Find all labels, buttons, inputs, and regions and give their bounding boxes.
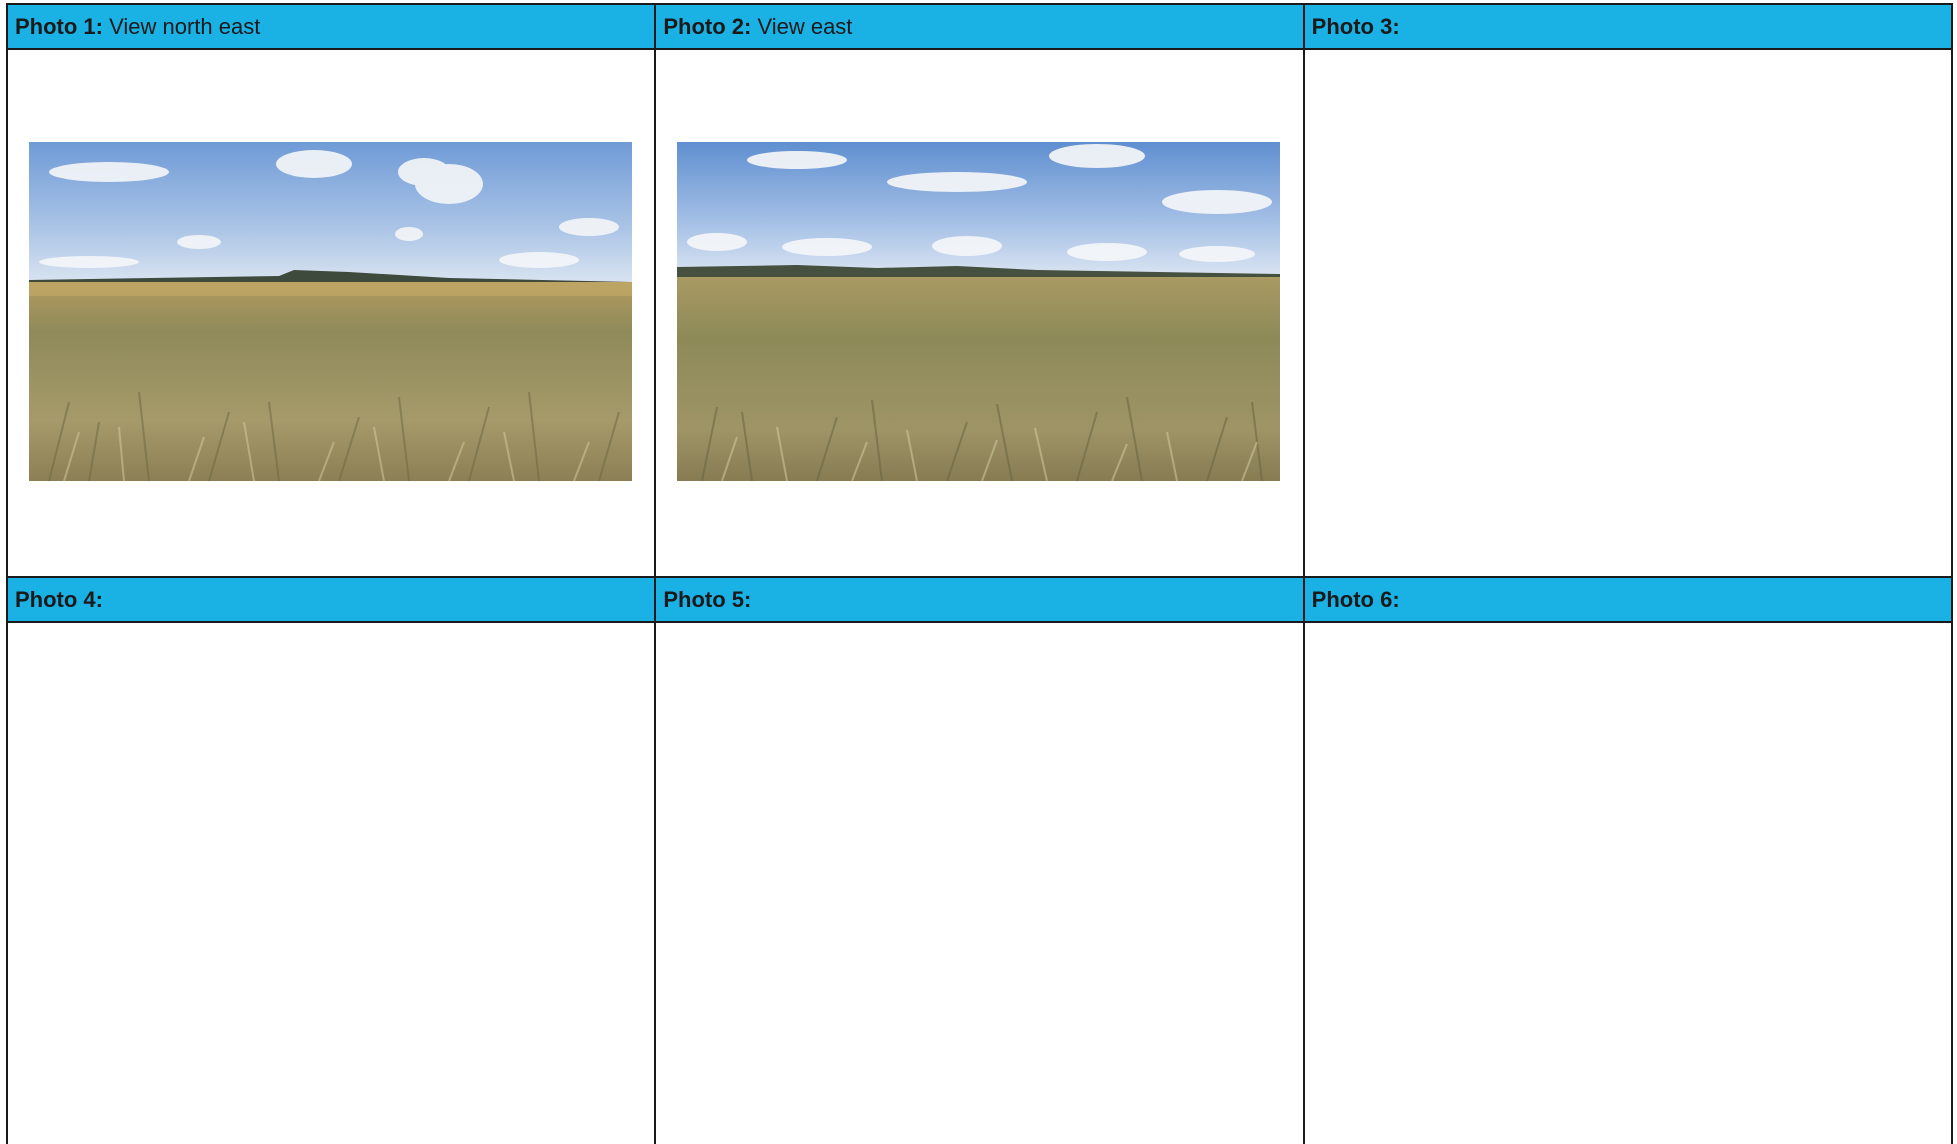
photo-1-caption: View north east xyxy=(103,13,261,39)
photo-2-header: Photo 2: View east xyxy=(654,3,1305,50)
photo-5-header: Photo 5: xyxy=(654,576,1305,623)
photo-3-cell xyxy=(1302,48,1954,578)
photo-2-cell xyxy=(654,48,1305,578)
photo-2-caption: View east xyxy=(751,13,853,39)
photo-6-cell xyxy=(1302,621,1954,1144)
photo-1-header: Photo 1: View north east xyxy=(5,3,657,50)
photo-5-cell xyxy=(654,621,1305,1144)
photo-4-cell xyxy=(5,621,657,1144)
photo-1-image xyxy=(29,142,632,481)
photo-grid: Photo 1: View north east Photo 2: View e… xyxy=(5,3,1954,1144)
photo-6-header: Photo 6: xyxy=(1302,576,1954,623)
photo-4-header: Photo 4: xyxy=(5,576,657,623)
photo-3-header: Photo 3: xyxy=(1302,3,1954,50)
photo-4-label: Photo 4: xyxy=(15,586,103,612)
photo-2-image xyxy=(677,142,1281,481)
photo-3-label: Photo 3: xyxy=(1311,13,1400,39)
photo-6-label: Photo 6: xyxy=(1311,586,1400,612)
photo-1-cell xyxy=(5,48,657,578)
photo-2-label: Photo 2: xyxy=(663,13,752,39)
photo-1-label: Photo 1: xyxy=(15,13,103,39)
photo-5-label: Photo 5: xyxy=(663,586,752,612)
